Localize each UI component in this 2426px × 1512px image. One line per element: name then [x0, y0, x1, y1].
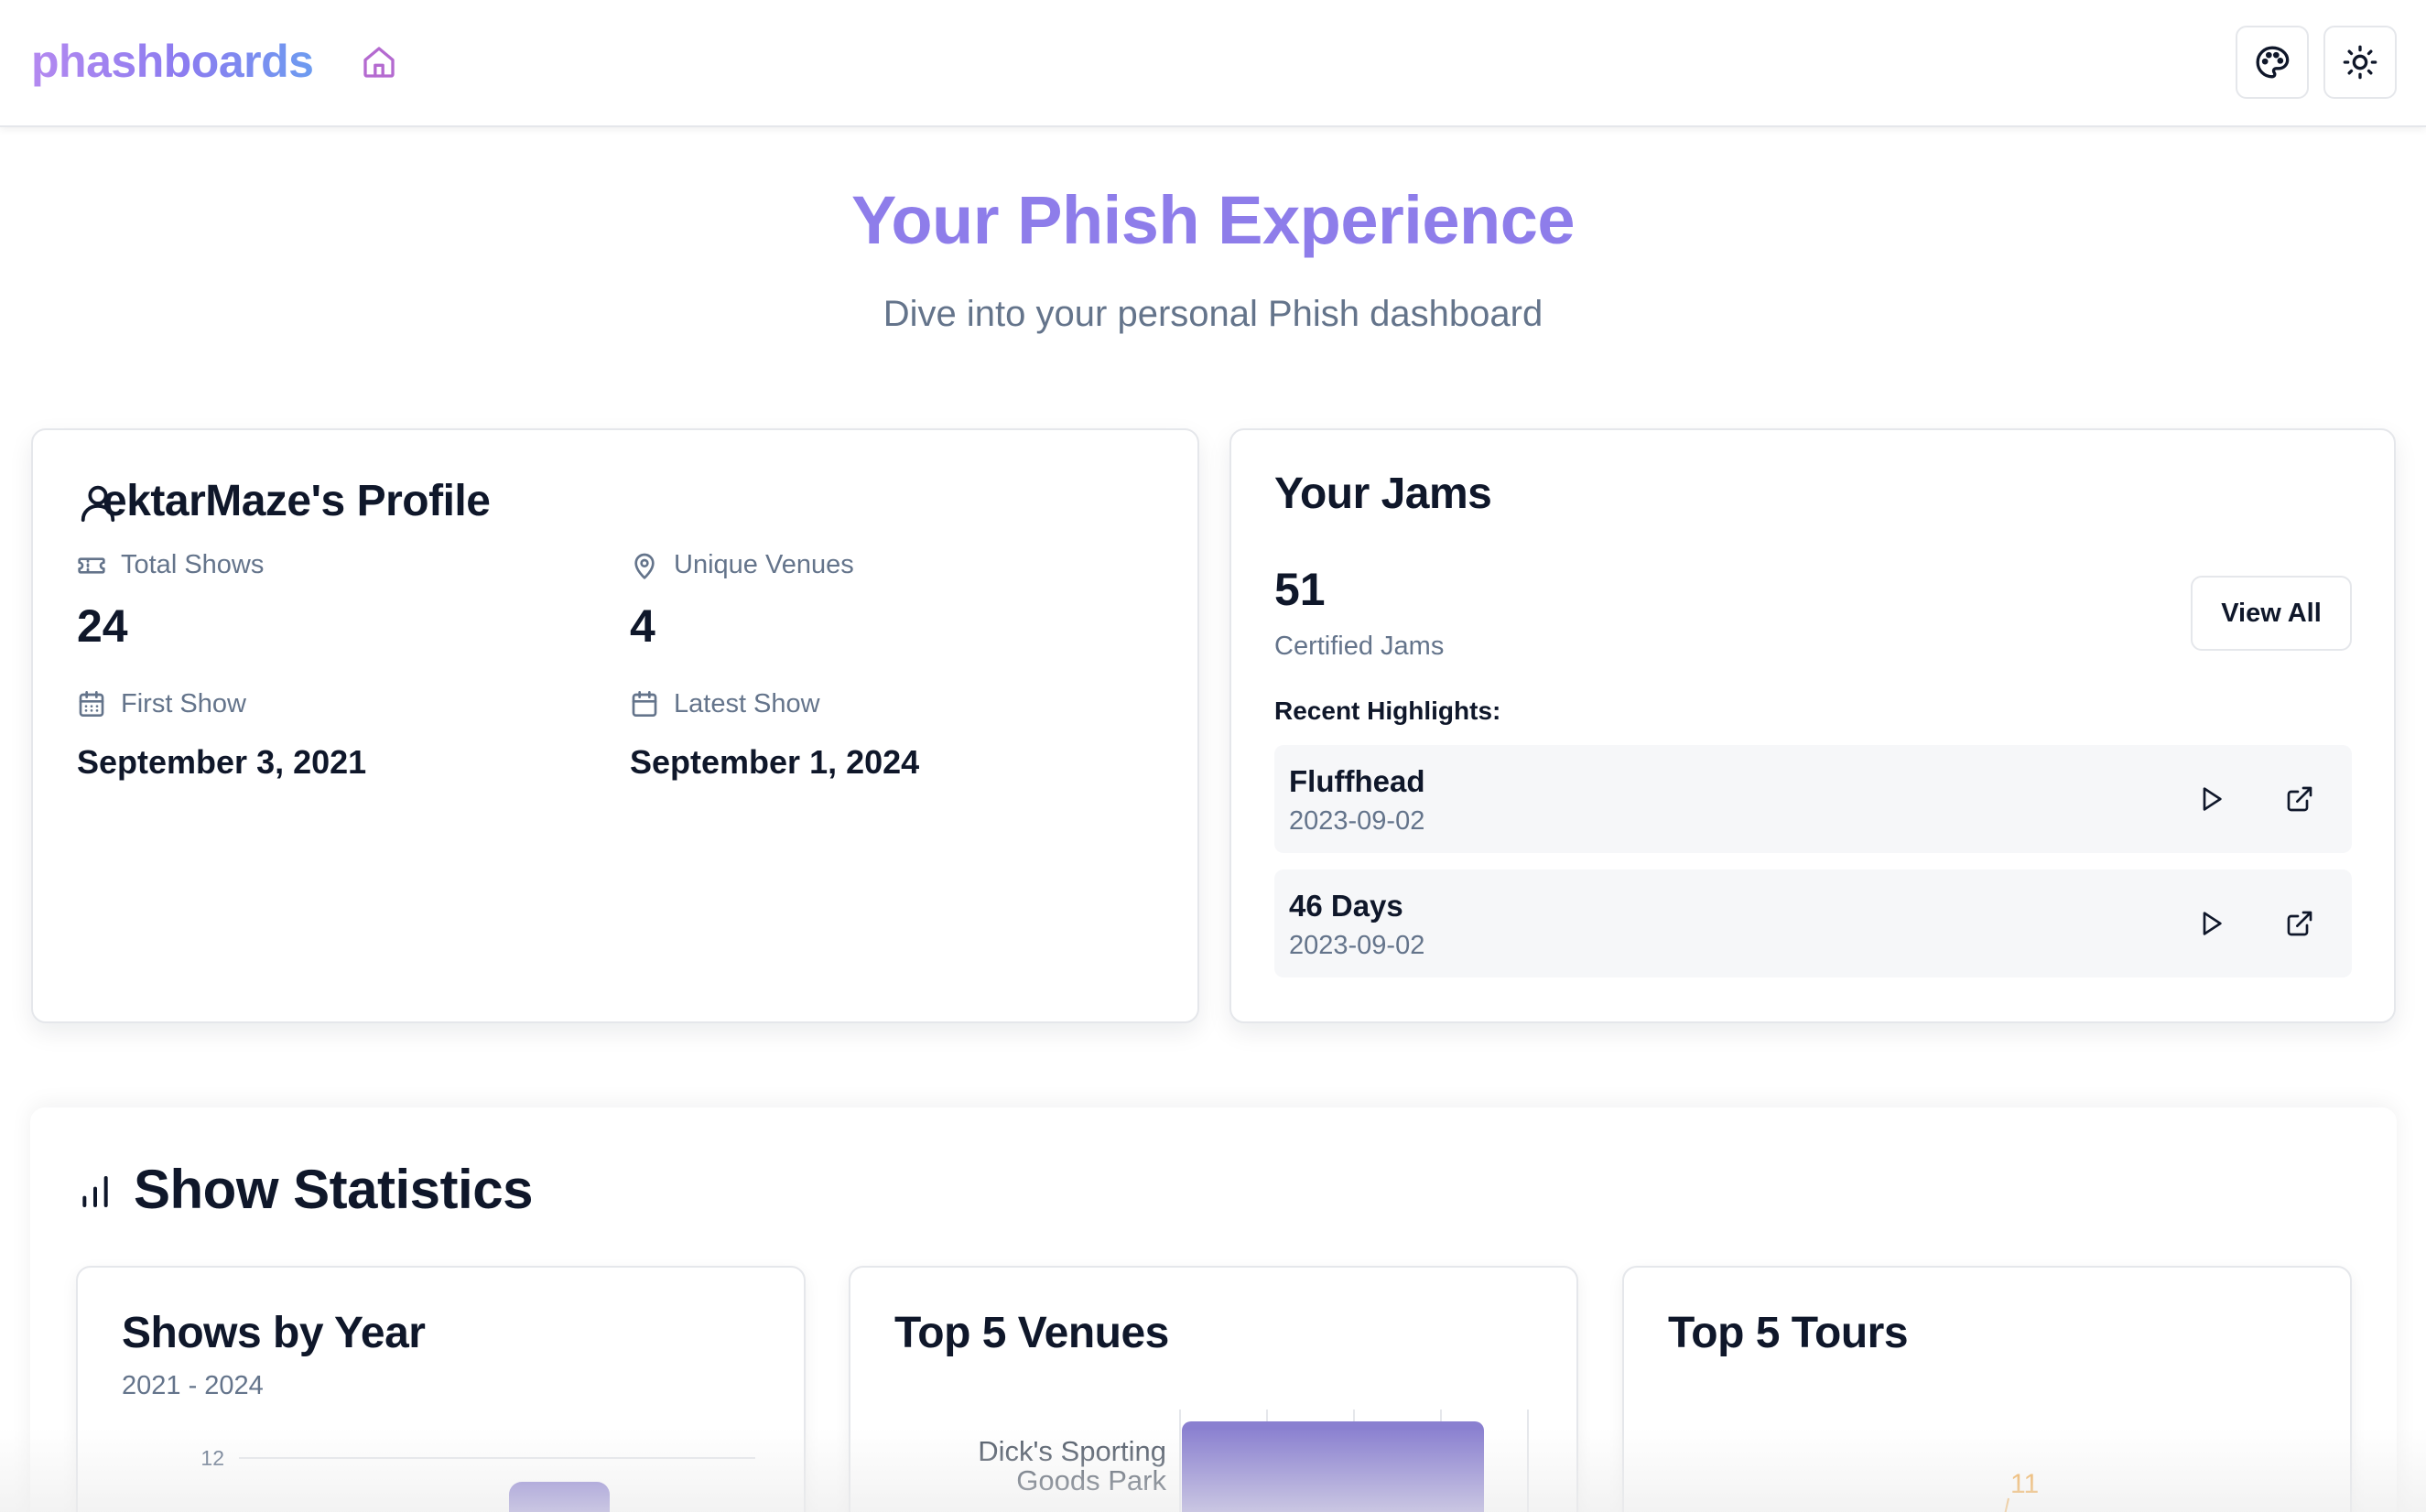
- external-link-button[interactable]: [2281, 781, 2318, 817]
- view-all-button[interactable]: View All: [2191, 576, 2352, 651]
- play-button[interactable]: [2193, 905, 2230, 942]
- map-pin-icon: [634, 553, 655, 579]
- data-label: 11: [2010, 1469, 2039, 1499]
- home-icon: [363, 47, 395, 78]
- page-subtitle: Dive into your personal Phish dashboard: [883, 294, 1543, 334]
- label-leader-line: [2004, 1497, 2009, 1512]
- external-link-button[interactable]: [2281, 905, 2318, 942]
- calendar-icon: [632, 691, 657, 717]
- top-tours-card: Top 5 Tours 11: [1622, 1266, 2352, 1512]
- shows-by-year-card: Shows by Year 2021 - 2024 12: [76, 1266, 806, 1512]
- shows-by-year-chart: 12: [200, 1446, 755, 1512]
- jams-count-label: Certified Jams: [1274, 632, 1445, 661]
- play-icon: [2203, 787, 2222, 811]
- palette-icon: [2256, 46, 2290, 79]
- jam-list-item: 46 Days 2023-09-02: [1274, 869, 2352, 977]
- play-button[interactable]: [2193, 781, 2230, 817]
- y-tick-label: Dick's Sporting: [978, 1435, 1166, 1467]
- unique-venues-label: Unique Venues: [674, 550, 854, 579]
- chart-bar[interactable]: [1182, 1421, 1484, 1512]
- chart-bar[interactable]: [509, 1482, 610, 1512]
- first-show-value: September 3, 2021: [77, 743, 367, 781]
- latest-show-label: Latest Show: [674, 689, 820, 718]
- play-icon: [2203, 912, 2222, 935]
- jam-name: Fluffhead: [1289, 764, 1425, 798]
- y-tick-label: 12: [200, 1446, 224, 1470]
- jam-list-item: Fluffhead 2023-09-02: [1274, 745, 2352, 853]
- sun-icon: [2343, 45, 2377, 80]
- page-title: Your Phish Experience: [850, 182, 1576, 258]
- ticket-icon: [78, 557, 105, 574]
- top-venues-card: Top 5 Venues Dick's Sporting Goods Park: [849, 1266, 1578, 1512]
- top-tours-chart: 11: [2004, 1469, 2039, 1512]
- top-venues-chart: Dick's Sporting Goods Park: [978, 1409, 1529, 1512]
- y-tick-label: Goods Park: [1016, 1464, 1166, 1496]
- jams-title: Your Jams: [1274, 470, 1492, 518]
- jams-count: 51: [1274, 564, 1326, 615]
- calendar-icon: [79, 691, 104, 717]
- theme-toggle-button[interactable]: [2323, 26, 2397, 99]
- brand-logo[interactable]: phashboards: [31, 33, 314, 90]
- latest-show-value: September 1, 2024: [630, 743, 920, 781]
- palette-button[interactable]: [2236, 26, 2309, 99]
- total-shows-label: Total Shows: [121, 550, 265, 579]
- external-link-icon: [2287, 911, 2312, 936]
- recent-highlights-label: Recent Highlights:: [1274, 697, 1501, 725]
- unique-venues-value: 4: [630, 600, 655, 652]
- show-statistics-title: Show Statistics: [134, 1159, 533, 1220]
- jam-date: 2023-09-02: [1289, 931, 1425, 960]
- profile-title: ektarMaze's Profile: [103, 477, 491, 525]
- first-show-label: First Show: [121, 689, 246, 718]
- external-link-icon: [2287, 786, 2312, 812]
- jam-name: 46 Days: [1289, 889, 1403, 923]
- top-navbar: phashboards: [0, 0, 2426, 127]
- bar-chart-icon: [82, 1176, 108, 1207]
- home-button[interactable]: [359, 42, 399, 82]
- jam-date: 2023-09-02: [1289, 806, 1425, 836]
- total-shows-value: 24: [77, 600, 128, 652]
